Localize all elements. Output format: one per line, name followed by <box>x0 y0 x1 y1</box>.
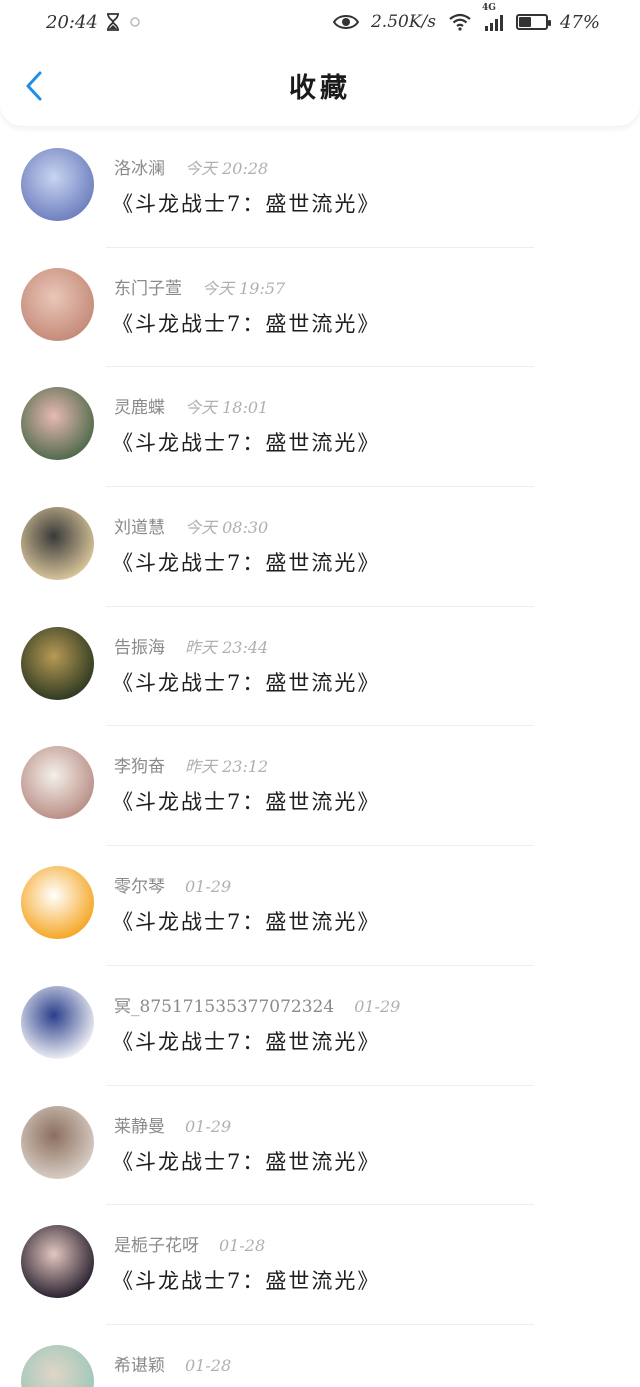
status-time: 20:44 <box>46 11 98 33</box>
nav-bar: 收藏 <box>0 44 640 126</box>
timestamp: 昨天 23:44 <box>185 637 269 657</box>
hourglass-icon <box>106 13 120 31</box>
timestamp: 今天 20:28 <box>185 159 269 178</box>
avatar[interactable] <box>21 1344 94 1387</box>
network-tag: 4G <box>481 3 496 13</box>
item-meta: 刘道慧 今天 08:30 <box>114 513 268 538</box>
battery-icon <box>515 14 551 30</box>
avatar[interactable] <box>21 387 94 461</box>
book-title: 《斗龙战士7：盛世流光》 <box>112 790 381 815</box>
item-meta: 告振海 昨天 23:44 <box>114 633 268 658</box>
user-name: 冥_875171535377072324 <box>114 996 335 1017</box>
status-bar: 20:44 2.50K/s 4G 47% <box>0 0 640 44</box>
network-speed: 2.50K/s <box>370 12 436 32</box>
battery-level <box>518 17 532 27</box>
list-item[interactable]: 是栀子花呀 01-28 《斗龙战士7：盛世流光》 <box>0 1205 640 1325</box>
avatar[interactable] <box>21 866 94 940</box>
user-name: 洛冰澜 <box>114 159 165 179</box>
book-title: 《斗龙战士7：盛世流光》 <box>112 192 381 216</box>
avatar[interactable] <box>21 148 94 221</box>
back-button[interactable] <box>20 70 48 106</box>
list-item[interactable]: 希谌颖 01-28 <box>0 1325 640 1387</box>
book-title: 《斗龙战士7：盛世流光》 <box>112 431 381 456</box>
item-meta: 东门子萱 今天 19:57 <box>114 274 285 299</box>
eye-icon <box>332 13 359 31</box>
cellular-signal-icon: 4G <box>482 3 504 31</box>
item-meta: 冥_875171535377072324 01-29 <box>114 992 400 1017</box>
timestamp: 昨天 23:12 <box>185 757 269 777</box>
user-name: 刘道慧 <box>114 518 165 539</box>
list-item[interactable]: 灵鹿蝶 今天 18:01 《斗龙战士7：盛世流光》 <box>0 367 640 488</box>
user-name: 零尔琴 <box>114 877 165 898</box>
item-meta: 零尔琴 01-29 <box>114 872 231 897</box>
item-meta: 洛冰澜 今天 20:28 <box>114 154 268 179</box>
avatar[interactable] <box>21 1105 94 1179</box>
user-name: 莱静曼 <box>114 1116 165 1137</box>
avatar[interactable] <box>21 267 94 341</box>
timestamp: 01-28 <box>219 1236 266 1256</box>
user-name: 东门子萱 <box>114 278 182 299</box>
chevron-left-icon <box>24 70 44 106</box>
user-name: 告振海 <box>114 637 165 658</box>
avatar[interactable] <box>21 1225 94 1299</box>
list-item[interactable]: 李狗奋 昨天 23:12 《斗龙战士7：盛世流光》 <box>0 726 640 847</box>
item-meta: 希谌颖 01-28 <box>114 1351 231 1376</box>
list-item[interactable]: 莱静曼 01-29 《斗龙战士7：盛世流光》 <box>0 1086 640 1206</box>
book-title: 《斗龙战士7：盛世流光》 <box>112 910 381 935</box>
user-name: 希谌颖 <box>114 1355 165 1376</box>
user-name: 是栀子花呀 <box>114 1236 199 1257</box>
battery-percent: 47% <box>559 11 600 33</box>
list-item[interactable]: 冥_875171535377072324 01-29 《斗龙战士7：盛世流光》 <box>0 966 640 1086</box>
avatar[interactable] <box>21 746 94 820</box>
timestamp: 今天 08:30 <box>185 518 269 538</box>
notification-icon <box>128 16 142 28</box>
item-meta: 李狗奋 昨天 23:12 <box>114 752 268 777</box>
book-title: 《斗龙战士7：盛世流光》 <box>112 1149 381 1174</box>
list-item[interactable]: 零尔琴 01-29 《斗龙战士7：盛世流光》 <box>0 846 640 966</box>
book-title: 《斗龙战士7：盛世流光》 <box>112 1029 381 1054</box>
item-meta: 是栀子花呀 01-28 <box>114 1231 265 1256</box>
user-name: 李狗奋 <box>114 757 165 778</box>
book-title: 《斗龙战士7：盛世流光》 <box>112 670 381 695</box>
item-meta: 灵鹿蝶 今天 18:01 <box>114 393 268 418</box>
timestamp: 今天 18:01 <box>185 398 269 418</box>
timestamp: 01-29 <box>185 877 232 897</box>
avatar[interactable] <box>21 507 94 581</box>
book-title: 《斗龙战士7：盛世流光》 <box>112 551 381 576</box>
avatar[interactable] <box>21 626 94 700</box>
list-item[interactable]: 告振海 昨天 23:44 《斗龙战士7：盛世流光》 <box>0 607 640 727</box>
timestamp: 01-29 <box>185 1116 232 1136</box>
item-meta: 莱静曼 01-29 <box>114 1112 231 1137</box>
favorites-list: 洛冰澜 今天 20:28 《斗龙战士7：盛世流光》 东门子萱 今天 19:57 《斗龙战士… <box>0 128 640 1387</box>
list-item[interactable]: 刘道慧 今天 08:30 《斗龙战士7：盛世流光》 <box>0 487 640 607</box>
book-title: 《斗龙战士7：盛世流光》 <box>112 1269 381 1294</box>
timestamp: 今天 19:57 <box>202 278 286 298</box>
timestamp: 01-28 <box>185 1355 232 1375</box>
user-name: 灵鹿蝶 <box>114 398 165 419</box>
timestamp: 01-29 <box>354 996 401 1016</box>
list-item[interactable]: 洛冰澜 今天 20:28 《斗龙战士7：盛世流光》 <box>0 128 640 248</box>
avatar[interactable] <box>21 985 94 1059</box>
book-title: 《斗龙战士7：盛世流光》 <box>112 311 381 336</box>
wifi-icon <box>448 13 472 31</box>
list-item[interactable]: 东门子萱 今天 19:57 《斗龙战士7：盛世流光》 <box>0 248 640 368</box>
page-title: 收藏 <box>289 72 351 104</box>
